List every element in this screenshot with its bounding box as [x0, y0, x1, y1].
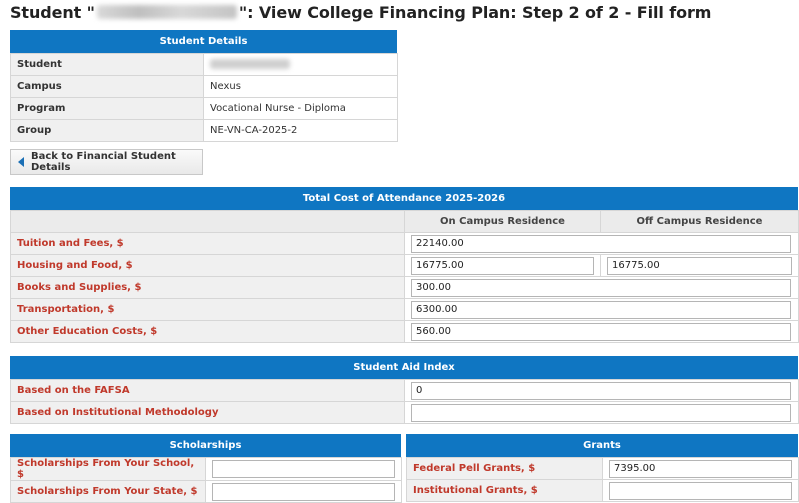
books-input[interactable]: [411, 278, 791, 297]
cost-column-blank: [10, 210, 405, 233]
grants-header: Grants: [406, 434, 798, 457]
on-campus-column-header: On Campus Residence: [404, 210, 601, 233]
back-button-label: Back to Financial Student Details: [31, 151, 176, 173]
books-label: Books and Supplies, $: [10, 276, 405, 299]
state-scholarships-input[interactable]: [212, 482, 395, 501]
redacted-student-value: [210, 59, 290, 69]
tuition-label: Tuition and Fees, $: [10, 232, 405, 255]
school-scholarships-input[interactable]: [212, 460, 395, 478]
other-costs-input[interactable]: [411, 322, 791, 341]
off-campus-column-header: Off Campus Residence: [600, 210, 799, 233]
campus-label: Campus: [10, 75, 204, 98]
tuition-input[interactable]: [411, 234, 791, 253]
student-label: Student: [10, 53, 204, 76]
cost-header: Total Cost of Attendance 2025-2026: [10, 187, 798, 210]
group-row: Group NE-VN-CA-2025-2: [10, 119, 398, 142]
transportation-input[interactable]: [411, 300, 791, 319]
pell-grants-input[interactable]: [609, 459, 792, 478]
back-to-financial-details-button[interactable]: Back to Financial Student Details: [10, 149, 203, 175]
student-value: [203, 53, 398, 76]
student-row: Student: [10, 53, 398, 76]
institutional-grants-row: Institutional Grants, $: [406, 479, 799, 502]
housing-label: Housing and Food, $: [10, 254, 405, 277]
group-label: Group: [10, 119, 204, 142]
program-value: Vocational Nurse - Diploma: [203, 97, 398, 120]
school-scholarships-row: Scholarships From Your School, $: [10, 457, 402, 481]
scholarships-header: Scholarships: [10, 434, 401, 457]
school-scholarships-label: Scholarships From Your School, $: [10, 457, 206, 481]
sai-fafsa-input[interactable]: [411, 381, 791, 400]
pell-grants-label: Federal Pell Grants, $: [406, 457, 603, 480]
arrow-left-icon: [18, 157, 24, 167]
campus-row: Campus Nexus: [10, 75, 398, 98]
campus-value: Nexus: [203, 75, 398, 98]
tuition-row: Tuition and Fees, $: [10, 232, 799, 255]
transportation-label: Transportation, $: [10, 298, 405, 321]
other-costs-row: Other Education Costs, $: [10, 320, 799, 343]
state-scholarships-label: Scholarships From Your State, $: [10, 480, 206, 503]
institutional-grants-input[interactable]: [609, 481, 792, 500]
program-label: Program: [10, 97, 204, 120]
group-value: NE-VN-CA-2025-2: [203, 119, 398, 142]
sai-institutional-row: Based on Institutional Methodology: [10, 401, 799, 424]
redacted-student-name: [96, 5, 237, 19]
cost-column-header-row: On Campus Residence Off Campus Residence: [10, 210, 799, 233]
student-aid-index-panel: Student Aid Index Based on the FAFSA Bas…: [10, 356, 799, 424]
cost-of-attendance-panel: Total Cost of Attendance 2025-2026 On Ca…: [10, 187, 799, 343]
sai-fafsa-label: Based on the FAFSA: [10, 379, 405, 402]
sai-header: Student Aid Index: [10, 356, 798, 379]
institutional-grants-label: Institutional Grants, $: [406, 479, 603, 502]
state-scholarships-row: Scholarships From Your State, $: [10, 480, 402, 503]
sai-institutional-input[interactable]: [411, 403, 791, 422]
housing-on-campus-input[interactable]: [411, 256, 594, 275]
other-costs-label: Other Education Costs, $: [10, 320, 405, 343]
sai-institutional-label: Based on Institutional Methodology: [10, 401, 405, 424]
housing-off-campus-input[interactable]: [607, 256, 792, 275]
student-details-header: Student Details: [10, 30, 397, 53]
books-row: Books and Supplies, $: [10, 276, 799, 299]
program-row: Program Vocational Nurse - Diploma: [10, 97, 398, 120]
pell-grants-row: Federal Pell Grants, $: [406, 457, 799, 480]
page-title: Student " ": View College Financing Plan:…: [10, 3, 712, 22]
transportation-row: Transportation, $: [10, 298, 799, 321]
sai-fafsa-row: Based on the FAFSA: [10, 379, 799, 402]
grants-panel: Grants Federal Pell Grants, $ Institutio…: [406, 434, 799, 502]
housing-row: Housing and Food, $: [10, 254, 799, 277]
student-details-panel: Student Details Student Campus Nexus Pro…: [10, 30, 398, 142]
